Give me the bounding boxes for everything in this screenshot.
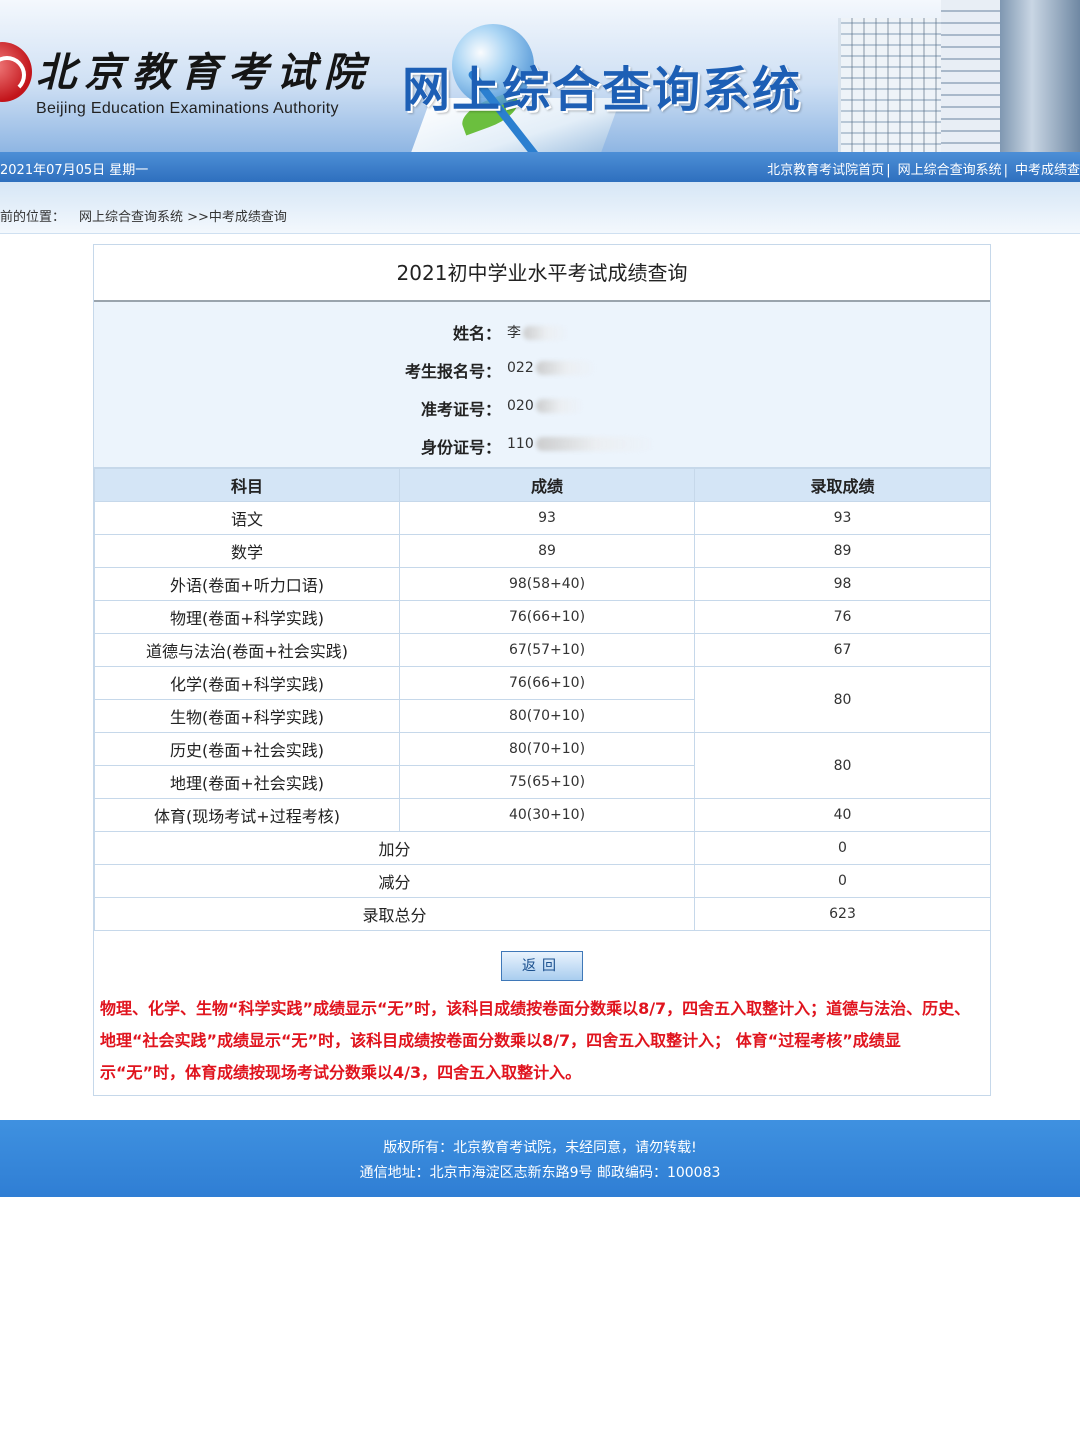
id-number-value: 110 [507, 436, 656, 452]
info-row-registration-number: 考生报名号： 022 [94, 348, 990, 386]
registration-number-text: 022 [507, 360, 534, 376]
admission-ticket-number-text: 020 [507, 398, 534, 414]
table-row: 道德与法治(卷面+社会实践) 67(57+10) 67 [94, 633, 991, 667]
score-cell: 76(66+10) [399, 600, 695, 634]
deduction-label: 减分 [94, 864, 695, 898]
header-banner: 北京教育考试院 Beijing Education Examinations A… [0, 0, 1080, 152]
table-row: 数学 89 89 [94, 534, 991, 568]
header-score: 成绩 [399, 468, 695, 502]
page-title: 2021初中学业水平考试成绩查询 [94, 245, 990, 302]
nav-separator: | [1003, 163, 1008, 178]
address-text: 通信地址：北京市海淀区志新东路9号 邮政编码：100083 [359, 1165, 721, 1181]
subject-cell: 外语(卷面+听力口语) [94, 567, 400, 601]
admission-ticket-number-label: 准考证号： [420, 400, 501, 419]
header-admit-score: 录取成绩 [694, 468, 991, 502]
breadcrumb-bar: 前的位置： 网上综合查询系统 >>中考成绩查询 [0, 182, 1080, 234]
back-button[interactable]: 返回 [501, 951, 583, 981]
table-row-deduction: 减分 0 [94, 864, 991, 898]
redaction-mark [535, 437, 656, 451]
system-title: 网上综合查询系统 [402, 64, 803, 117]
table-row: 外语(卷面+听力口语) 98(58+40) 98 [94, 567, 991, 601]
scoring-notice: 物理、化学、生物“科学实践”成绩显示“无”时，该科目成绩按卷面分数乘以8/7，四… [100, 999, 971, 1082]
breadcrumb-label: 前的位置： [0, 210, 66, 225]
nav-link-score-query[interactable]: 中考成绩查 [1015, 163, 1080, 178]
admit-score-cell: 89 [694, 534, 991, 568]
deduction-value: 0 [694, 864, 991, 898]
subject-cell: 语文 [94, 501, 400, 535]
score-cell: 76(66+10) [399, 666, 695, 700]
logo-english-name: Beijing Education Examinations Authority [36, 100, 339, 117]
score-table: 科目 成绩 录取成绩 语文 93 93 数学 89 89 外语(卷面+听力口语) 98(58+40)… [94, 468, 991, 931]
id-number-label: 身份证号： [420, 438, 501, 457]
score-panel: 2021初中学业水平考试成绩查询 姓名： 李考生报名号： 022 准考证号： 020 身份… [93, 244, 991, 1096]
admit-score-cell: 80 [694, 666, 991, 733]
table-row: 化学(卷面+科学实践) 76(66+10) 80 [94, 666, 991, 733]
top-navbar: 2021年07月05日 星期一 北京教育考试院首页 | 网上综合查询系统 | 中考成绩查 [0, 152, 1080, 182]
subject-cell: 地理(卷面+社会实践) [94, 765, 400, 799]
info-row-id-number: 身份证号： 110 [94, 424, 990, 462]
subject-cell: 物理(卷面+科学实践) [94, 600, 400, 634]
name-text: 李 [507, 325, 521, 341]
subject-cell: 体育(现场考试+过程考核) [94, 798, 400, 832]
subject-cell: 生物(卷面+科学实践) [94, 699, 400, 733]
registration-number-value: 022 [507, 360, 596, 376]
info-row-admission-ticket-number: 准考证号： 020 [94, 386, 990, 424]
bonus-label: 加分 [94, 831, 695, 865]
score-cell: 93 [399, 501, 695, 535]
subject-cell: 历史(卷面+社会实践) [94, 732, 400, 766]
redaction-mark [535, 361, 596, 375]
logo-chinese-name: 北京教育考试院 [36, 49, 372, 96]
table-row: 语文 93 93 [94, 501, 991, 535]
redaction-mark [535, 399, 584, 413]
score-cell: 40(30+10) [399, 798, 695, 832]
header-subject: 科目 [94, 468, 400, 502]
button-area: 返回 [94, 931, 990, 989]
student-info: 姓名： 李考生报名号： 022 准考证号： 020 身份证号： 110 [94, 302, 990, 468]
name-value: 李 [507, 322, 569, 342]
score-cell: 98(58+40) [399, 567, 695, 601]
table-row-total: 录取总分 623 [94, 897, 991, 931]
breadcrumb-path[interactable]: 网上综合查询系统 >>中考成绩查询 [79, 210, 287, 225]
page-footer: 版权所有：北京教育考试院，未经同意，请勿转载! 通信地址：北京市海淀区志新东路9… [0, 1120, 1080, 1197]
table-row: 历史(卷面+社会实践) 80(70+10) 80 [94, 732, 991, 799]
admit-score-cell: 93 [694, 501, 991, 535]
table-row: 体育(现场考试+过程考核) 40(30+10) 40 [94, 798, 991, 832]
score-cell: 89 [399, 534, 695, 568]
breadcrumb: 前的位置： 网上综合查询系统 >>中考成绩查询 [0, 206, 287, 225]
copyright-text: 版权所有：北京教育考试院，未经同意，请勿转载! [383, 1140, 697, 1156]
nav-separator: | [886, 163, 891, 178]
table-row-bonus: 加分 0 [94, 831, 991, 865]
name-label: 姓名： [452, 324, 501, 343]
subject-cell: 数学 [94, 534, 400, 568]
admit-score-cell: 98 [694, 567, 991, 601]
score-cell: 80(70+10) [399, 699, 695, 733]
admission-ticket-number-value: 020 [507, 398, 584, 414]
subject-cell: 化学(卷面+科学实践) [94, 666, 400, 700]
redaction-mark [523, 326, 569, 340]
score-cell: 75(65+10) [399, 765, 695, 799]
tower-illustration [1000, 0, 1080, 152]
beea-logo-icon [0, 42, 32, 102]
admit-score-cell: 76 [694, 600, 991, 634]
bonus-value: 0 [694, 831, 991, 865]
registration-number-label: 考生报名号： [404, 362, 501, 381]
current-date: 2021年07月05日 星期一 [0, 163, 149, 178]
nav-link-beea-home[interactable]: 北京教育考试院首页 [767, 163, 884, 178]
score-cell: 80(70+10) [399, 732, 695, 766]
info-row-name: 姓名： 李 [94, 310, 990, 348]
total-label: 录取总分 [94, 897, 695, 931]
id-number-text: 110 [507, 436, 534, 452]
admit-score-cell: 40 [694, 798, 991, 832]
table-row: 物理(卷面+科学实践) 76(66+10) 76 [94, 600, 991, 634]
nav-links: 北京教育考试院首页 | 网上综合查询系统 | 中考成绩查 [765, 159, 1080, 178]
building-illustration [838, 0, 1001, 152]
admit-score-cell: 80 [694, 732, 991, 799]
table-header-row: 科目 成绩 录取成绩 [94, 468, 991, 502]
score-cell: 67(57+10) [399, 633, 695, 667]
total-value: 623 [694, 897, 991, 931]
subject-cell: 道德与法治(卷面+社会实践) [94, 633, 400, 667]
admit-score-cell: 67 [694, 633, 991, 667]
nav-link-query-system[interactable]: 网上综合查询系统 [898, 163, 1002, 178]
